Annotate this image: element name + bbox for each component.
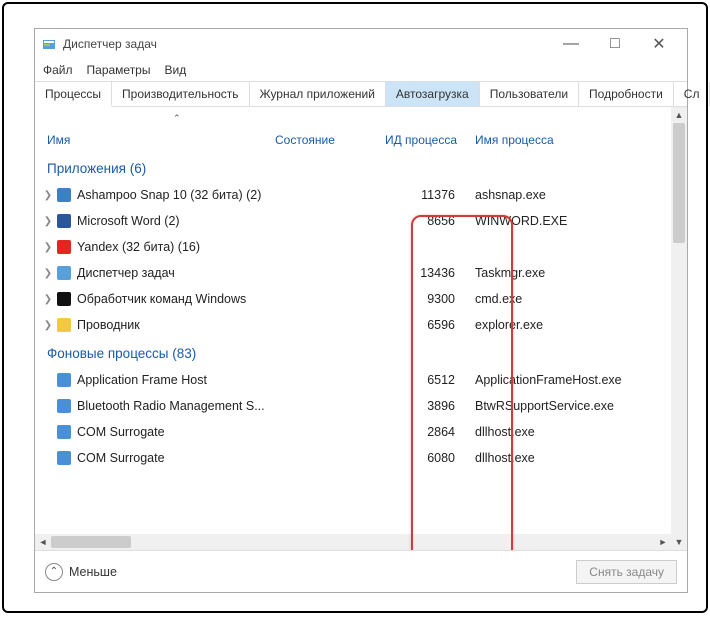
process-icon: [55, 317, 73, 333]
expand-icon[interactable]: ❯: [35, 216, 55, 227]
chevron-up-icon: ⌃: [45, 563, 63, 581]
process-name: Application Frame Host: [77, 373, 275, 387]
footer: ⌃ Меньше Снять задачу: [35, 550, 687, 592]
task-manager-window: Диспетчер задач — □ ✕ Файл Параметры Вид…: [34, 28, 688, 593]
tab-details[interactable]: Подробности: [579, 82, 674, 106]
process-icon: [55, 213, 73, 229]
table-row[interactable]: ❯ Yandex (32 бита) (16): [35, 234, 687, 260]
tab-performance[interactable]: Производительность: [112, 82, 249, 106]
menu-options[interactable]: Параметры: [87, 63, 151, 77]
process-list: Приложения (6) ❯ Ashampoo Snap 10 (32 бита…: [35, 153, 687, 534]
minimize-button[interactable]: —: [549, 30, 593, 58]
tab-startup[interactable]: Автозагрузка: [386, 82, 480, 106]
expand-icon[interactable]: ❯: [35, 320, 55, 331]
tab-users[interactable]: Пользователи: [480, 82, 579, 106]
sort-indicator-icon: ⌃: [173, 113, 181, 124]
maximize-button[interactable]: □: [593, 30, 637, 58]
process-pid: 9300: [375, 292, 469, 306]
vertical-scrollbar[interactable]: ▲ ▼: [671, 107, 687, 550]
menubar: Файл Параметры Вид: [35, 59, 687, 81]
process-icon: [55, 265, 73, 281]
process-pid: 8656: [375, 214, 469, 228]
expand-icon[interactable]: ❯: [35, 294, 55, 305]
tabs: Процессы Производительность Журнал прило…: [35, 81, 687, 107]
process-exe-name: dllhost.exe: [469, 425, 687, 439]
process-name: Обработчик команд Windows: [77, 292, 275, 306]
process-pid: 11376: [375, 188, 469, 202]
process-name: COM Surrogate: [77, 425, 275, 439]
process-pid: 6080: [375, 451, 469, 465]
table-row[interactable]: COM Surrogate 2864dllhost.exe: [35, 419, 687, 445]
table-row[interactable]: Bluetooth Radio Management S... 3896BtwRS…: [35, 393, 687, 419]
table-row[interactable]: ❯ Обработчик команд Windows 9300cmd.exe: [35, 286, 687, 312]
process-icon: [55, 372, 73, 388]
process-name: Проводник: [77, 318, 275, 332]
menu-view[interactable]: Вид: [164, 63, 186, 77]
table-row[interactable]: ❯ Microsoft Word (2) 8656WINWORD.EXE: [35, 208, 687, 234]
process-pid: 3896: [375, 399, 469, 413]
vscroll-up-icon[interactable]: ▲: [671, 107, 687, 123]
hscroll-right-icon[interactable]: ►: [655, 534, 671, 550]
tab-apphistory[interactable]: Журнал приложений: [250, 82, 386, 106]
process-icon: [55, 239, 73, 255]
process-icon: [55, 450, 73, 466]
col-header-pid[interactable]: ИД процесса: [375, 133, 469, 147]
process-exe-name: WINWORD.EXE: [469, 214, 687, 228]
col-header-status[interactable]: Состояние: [275, 133, 375, 147]
process-exe-name: cmd.exe: [469, 292, 687, 306]
process-name: COM Surrogate: [77, 451, 275, 465]
hscroll-left-icon[interactable]: ◄: [35, 534, 51, 550]
group-header: Приложения (6): [35, 153, 687, 182]
hscroll-thumb[interactable]: [51, 536, 131, 548]
horizontal-scrollbar[interactable]: ◄ ►: [35, 534, 671, 550]
table-row[interactable]: ❯ Проводник 6596explorer.exe: [35, 312, 687, 338]
process-exe-name: ApplicationFrameHost.exe: [469, 373, 687, 387]
fewer-label: Меньше: [69, 565, 117, 579]
end-task-button[interactable]: Снять задачу: [576, 560, 677, 584]
process-exe-name: dllhost.exe: [469, 451, 687, 465]
process-icon: [55, 187, 73, 203]
process-icon: [55, 424, 73, 440]
process-name: Yandex (32 бита) (16): [77, 240, 275, 254]
window-title: Диспетчер задач: [63, 37, 549, 51]
process-name: Ashampoo Snap 10 (32 бита) (2): [77, 188, 275, 202]
process-name: Microsoft Word (2): [77, 214, 275, 228]
col-header-pname[interactable]: Имя процесса: [469, 133, 687, 147]
table-row[interactable]: COM Surrogate 6080dllhost.exe: [35, 445, 687, 471]
group-header: Фоновые процессы (83): [35, 338, 687, 367]
process-exe-name: BtwRSupportService.exe: [469, 399, 687, 413]
tab-processes[interactable]: Процессы: [35, 82, 112, 107]
process-name: Диспетчер задач: [77, 266, 275, 280]
titlebar[interactable]: Диспетчер задач — □ ✕: [35, 29, 687, 59]
process-icon: [55, 291, 73, 307]
fewer-details-button[interactable]: ⌃ Меньше: [45, 563, 117, 581]
tab-services[interactable]: Сл: [674, 82, 710, 106]
expand-icon[interactable]: ❯: [35, 268, 55, 279]
app-icon: [41, 36, 57, 52]
process-pid: 13436: [375, 266, 469, 280]
process-pid: 6512: [375, 373, 469, 387]
process-pid: 2864: [375, 425, 469, 439]
table-row[interactable]: ❯ Диспетчер задач 13436Taskmgr.exe: [35, 260, 687, 286]
process-name: Bluetooth Radio Management S...: [77, 399, 275, 413]
content-area: ⌃ Имя Состояние ИД процесса Имя процесса…: [35, 107, 687, 550]
expand-icon[interactable]: ❯: [35, 242, 55, 253]
process-exe-name: ashsnap.exe: [469, 188, 687, 202]
process-icon: [55, 398, 73, 414]
column-headers: ⌃ Имя Состояние ИД процесса Имя процесса: [35, 107, 687, 153]
menu-file[interactable]: Файл: [43, 63, 73, 77]
expand-icon[interactable]: ❯: [35, 190, 55, 201]
process-exe-name: explorer.exe: [469, 318, 687, 332]
process-pid: 6596: [375, 318, 469, 332]
close-button[interactable]: ✕: [637, 30, 681, 58]
col-header-name[interactable]: Имя: [35, 133, 275, 147]
vscroll-down-icon[interactable]: ▼: [671, 534, 687, 550]
table-row[interactable]: ❯ Ashampoo Snap 10 (32 бита) (2) 11376ashs…: [35, 182, 687, 208]
table-row[interactable]: Application Frame Host 6512ApplicationFra…: [35, 367, 687, 393]
process-exe-name: Taskmgr.exe: [469, 266, 687, 280]
vscroll-thumb[interactable]: [673, 123, 685, 243]
